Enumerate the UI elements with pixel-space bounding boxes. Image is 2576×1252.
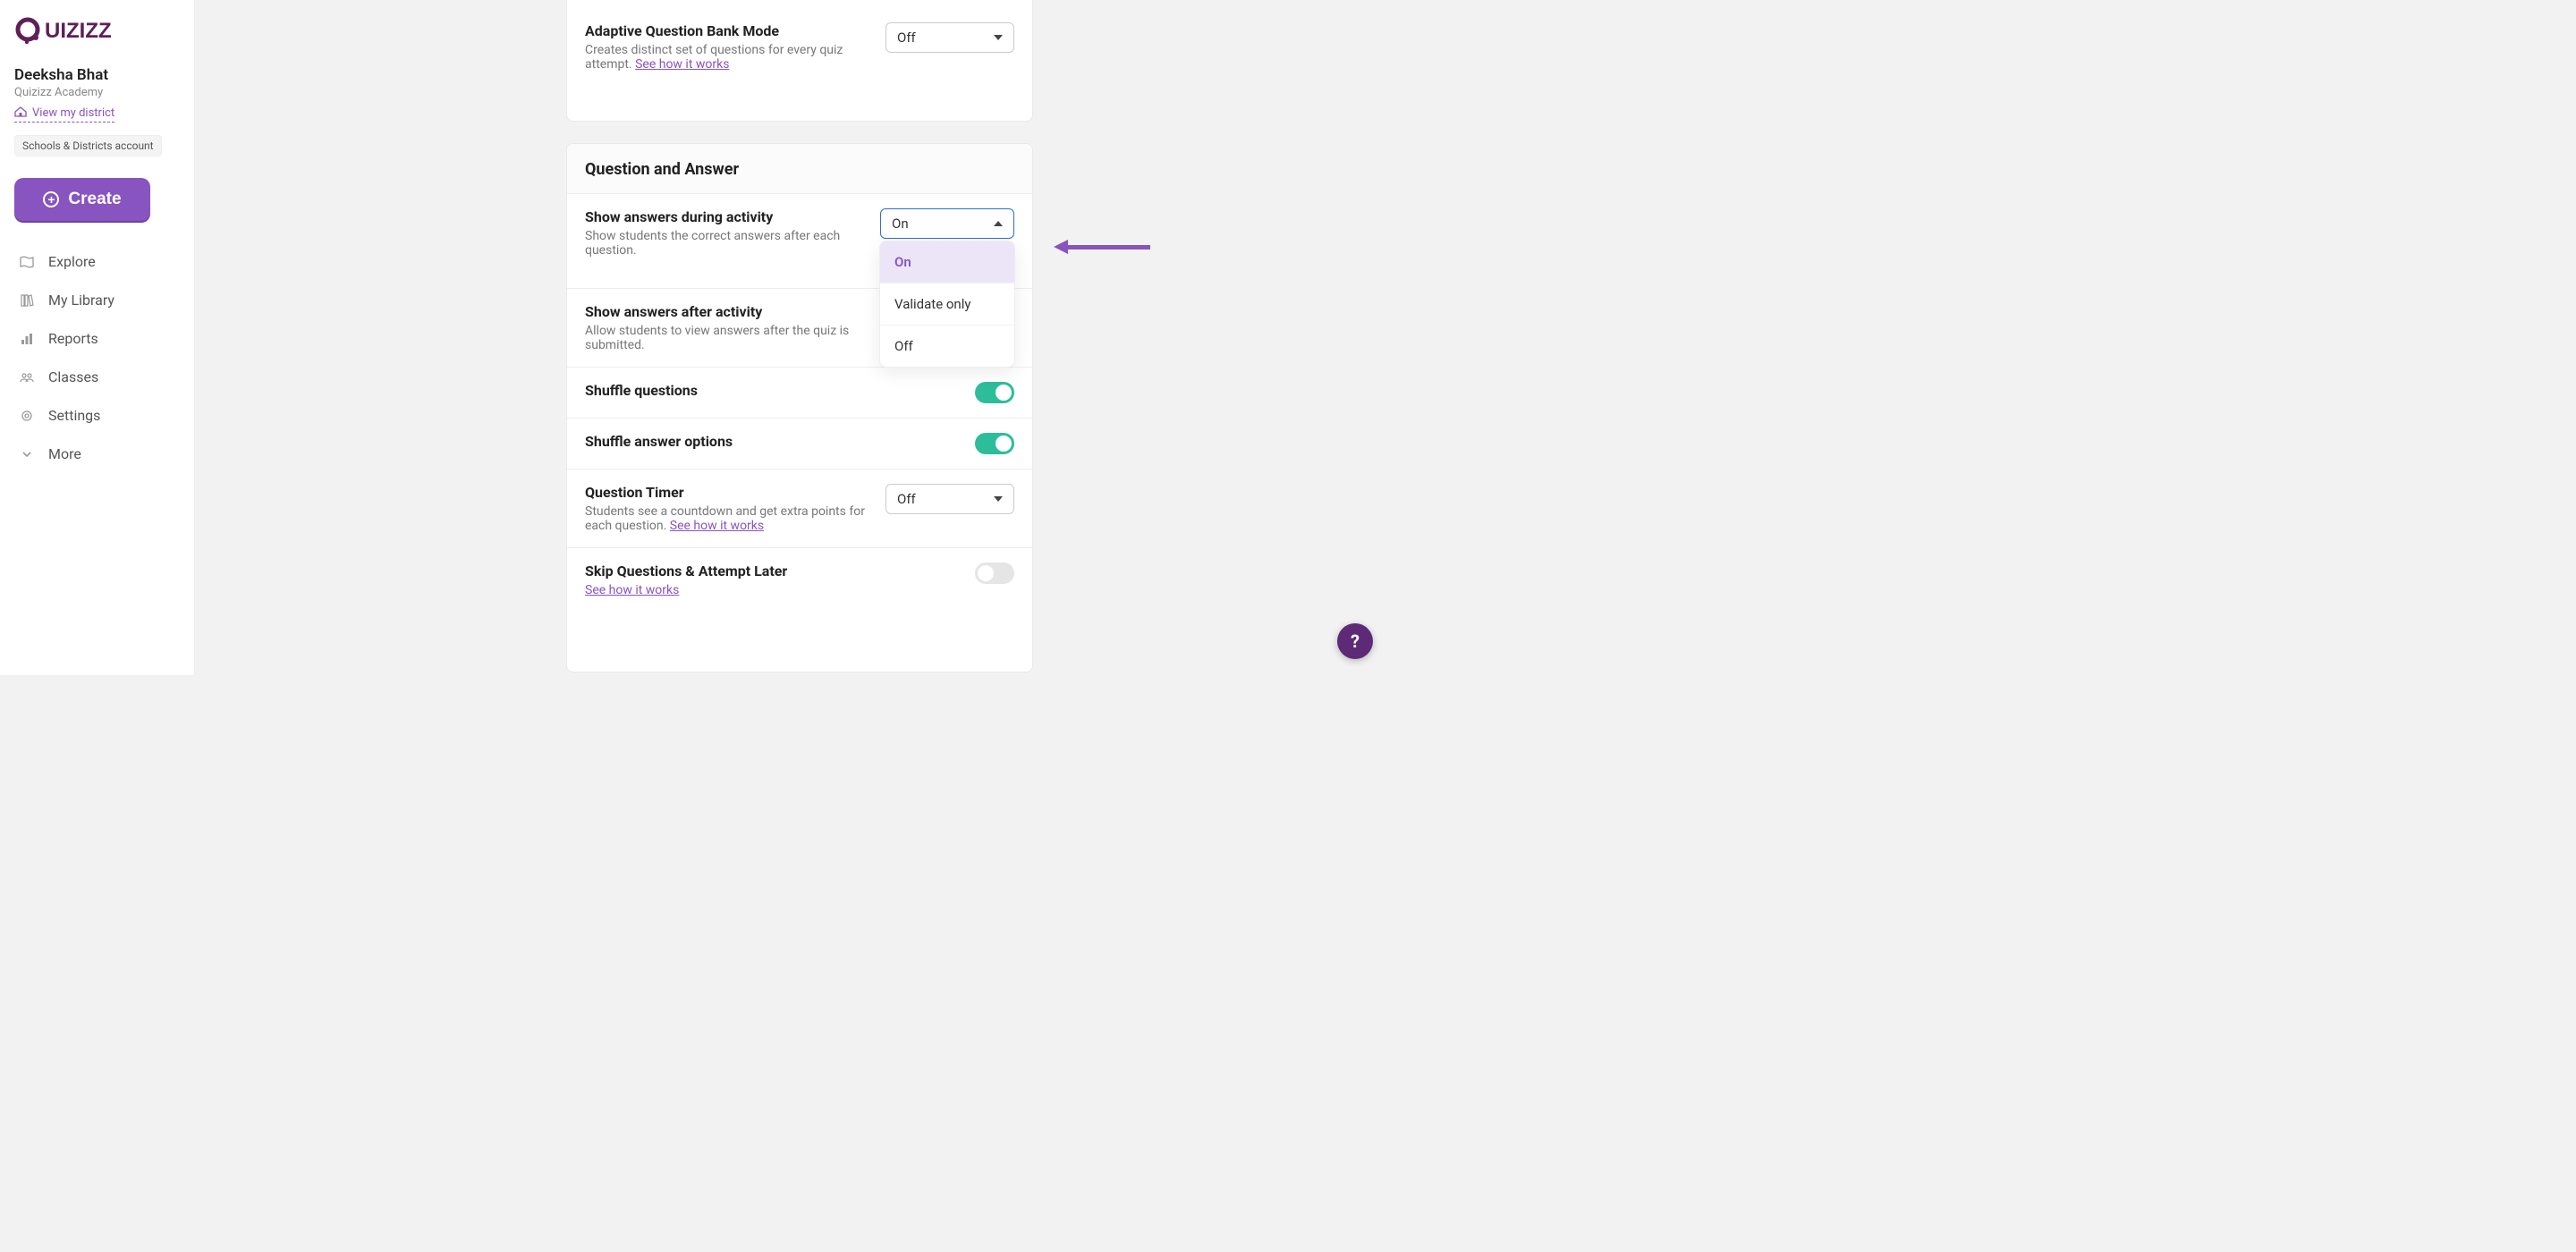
nav-label: Explore <box>48 253 96 270</box>
adaptive-select[interactable]: Off <box>886 22 1014 53</box>
view-district-link[interactable]: View my district <box>14 106 114 123</box>
arrow-line <box>1068 245 1150 250</box>
sidebar-nav: Explore My Library Reports Classes Setti… <box>14 246 180 470</box>
see-how-link[interactable]: See how it works <box>585 583 679 597</box>
dropdown-option-validate-only[interactable]: Validate only <box>880 283 1014 326</box>
nav-more[interactable]: More <box>14 438 180 470</box>
setting-desc: Allow students to view answers after the… <box>585 324 871 352</box>
map-icon <box>20 255 36 269</box>
help-fab[interactable]: ? <box>1337 623 1373 659</box>
classes-icon <box>20 370 36 385</box>
user-name: Deeksha Bhat <box>14 66 180 84</box>
nav-my-library[interactable]: My Library <box>14 284 180 316</box>
reports-icon <box>20 332 36 346</box>
nav-label: My Library <box>48 292 114 309</box>
see-how-link[interactable]: See how it works <box>635 57 729 72</box>
create-label: Create <box>68 190 121 209</box>
setting-desc: Students see a countdown and get extra p… <box>585 504 871 533</box>
setting-adaptive-qbank: Adaptive Question Bank Mode Creates dist… <box>567 8 1032 89</box>
setting-show-answers-during: Show answers during activity Show studen… <box>567 194 1032 289</box>
setting-title: Show answers during activity <box>585 208 866 225</box>
setting-title: Show answers after activity <box>585 303 871 320</box>
nav-label: Reports <box>48 330 98 347</box>
district-icon <box>14 106 27 120</box>
setting-title: Shuffle answer options <box>585 433 733 450</box>
nav-label: Classes <box>48 368 98 385</box>
nav-explore[interactable]: Explore <box>14 246 180 277</box>
setting-title: Question Timer <box>585 484 871 501</box>
quizizz-logo: UIZIZZ <box>14 14 180 45</box>
shuffle-questions-toggle[interactable] <box>975 382 1014 403</box>
setting-question-timer: Question Timer Students see a countdown … <box>567 470 1032 548</box>
nav-settings[interactable]: Settings <box>14 400 180 431</box>
setting-text: Show answers after activity Allow studen… <box>585 303 871 352</box>
nav-reports[interactable]: Reports <box>14 323 180 354</box>
view-district-label: View my district <box>32 106 114 120</box>
help-icon: ? <box>1351 630 1360 652</box>
setting-shuffle-answer-options: Shuffle answer options <box>567 419 1032 470</box>
setting-title: Adaptive Question Bank Mode <box>585 22 871 39</box>
nav-label: Settings <box>48 407 100 424</box>
arrow-left-icon <box>1054 240 1068 254</box>
skip-questions-toggle[interactable] <box>975 563 1014 584</box>
main-content: improve accuracy. Adaptive Question Bank… <box>195 0 1389 675</box>
caret-down-icon <box>994 496 1003 502</box>
shuffle-answers-toggle[interactable] <box>975 433 1014 454</box>
select-value: Off <box>897 491 916 507</box>
see-how-link[interactable]: See how it works <box>670 519 764 533</box>
settings-card-top: improve accuracy. Adaptive Question Bank… <box>566 0 1033 122</box>
svg-text:UIZIZZ: UIZIZZ <box>45 19 112 43</box>
setting-title: Shuffle questions <box>585 382 698 399</box>
account-type-badge: Schools & Districts account <box>14 135 162 156</box>
setting-text: Adaptive Question Bank Mode Creates dist… <box>585 22 871 72</box>
toggle-knob <box>996 436 1012 452</box>
select-value: Off <box>897 30 916 46</box>
sidebar: UIZIZZ Deeksha Bhat Quizizz Academy View… <box>0 0 195 675</box>
dropdown-option-off[interactable]: Off <box>880 326 1014 367</box>
show-answers-during-select[interactable]: On <box>880 208 1014 239</box>
show-answers-dropdown: On Validate only Off <box>879 241 1015 368</box>
plus-circle-icon: + <box>43 191 59 207</box>
setting-title: Skip Questions & Attempt Later <box>585 563 787 579</box>
setting-desc: Show students the correct answers after … <box>585 229 866 258</box>
arrow-annotation <box>1054 240 1150 254</box>
library-icon <box>20 293 36 308</box>
question-answer-card: Question and Answer Show answers during … <box>566 143 1033 673</box>
toggle-knob <box>978 565 994 581</box>
setting-text: Skip Questions & Attempt Later See how i… <box>585 563 787 597</box>
question-timer-select[interactable]: Off <box>886 484 1014 514</box>
create-button[interactable]: + Create <box>14 178 150 221</box>
caret-down-icon <box>994 35 1003 40</box>
gear-icon <box>20 409 36 423</box>
user-academy: Quizizz Academy <box>14 86 180 99</box>
select-value: On <box>892 216 909 232</box>
chevron-down-icon <box>20 447 36 461</box>
setting-desc: See how it works <box>585 583 787 597</box>
toggle-knob <box>996 385 1012 401</box>
caret-up-icon <box>994 221 1003 226</box>
setting-text: Show answers during activity Show studen… <box>585 208 866 258</box>
setting-desc: Creates distinct set of questions for ev… <box>585 43 871 72</box>
section-header: Question and Answer <box>567 144 1032 194</box>
setting-shuffle-questions: Shuffle questions <box>567 368 1032 419</box>
setting-text: Question Timer Students see a countdown … <box>585 484 871 533</box>
setting-skip-questions: Skip Questions & Attempt Later See how i… <box>567 548 1032 612</box>
nav-classes[interactable]: Classes <box>14 361 180 393</box>
dropdown-option-on[interactable]: On <box>880 241 1014 283</box>
nav-label: More <box>48 445 81 462</box>
